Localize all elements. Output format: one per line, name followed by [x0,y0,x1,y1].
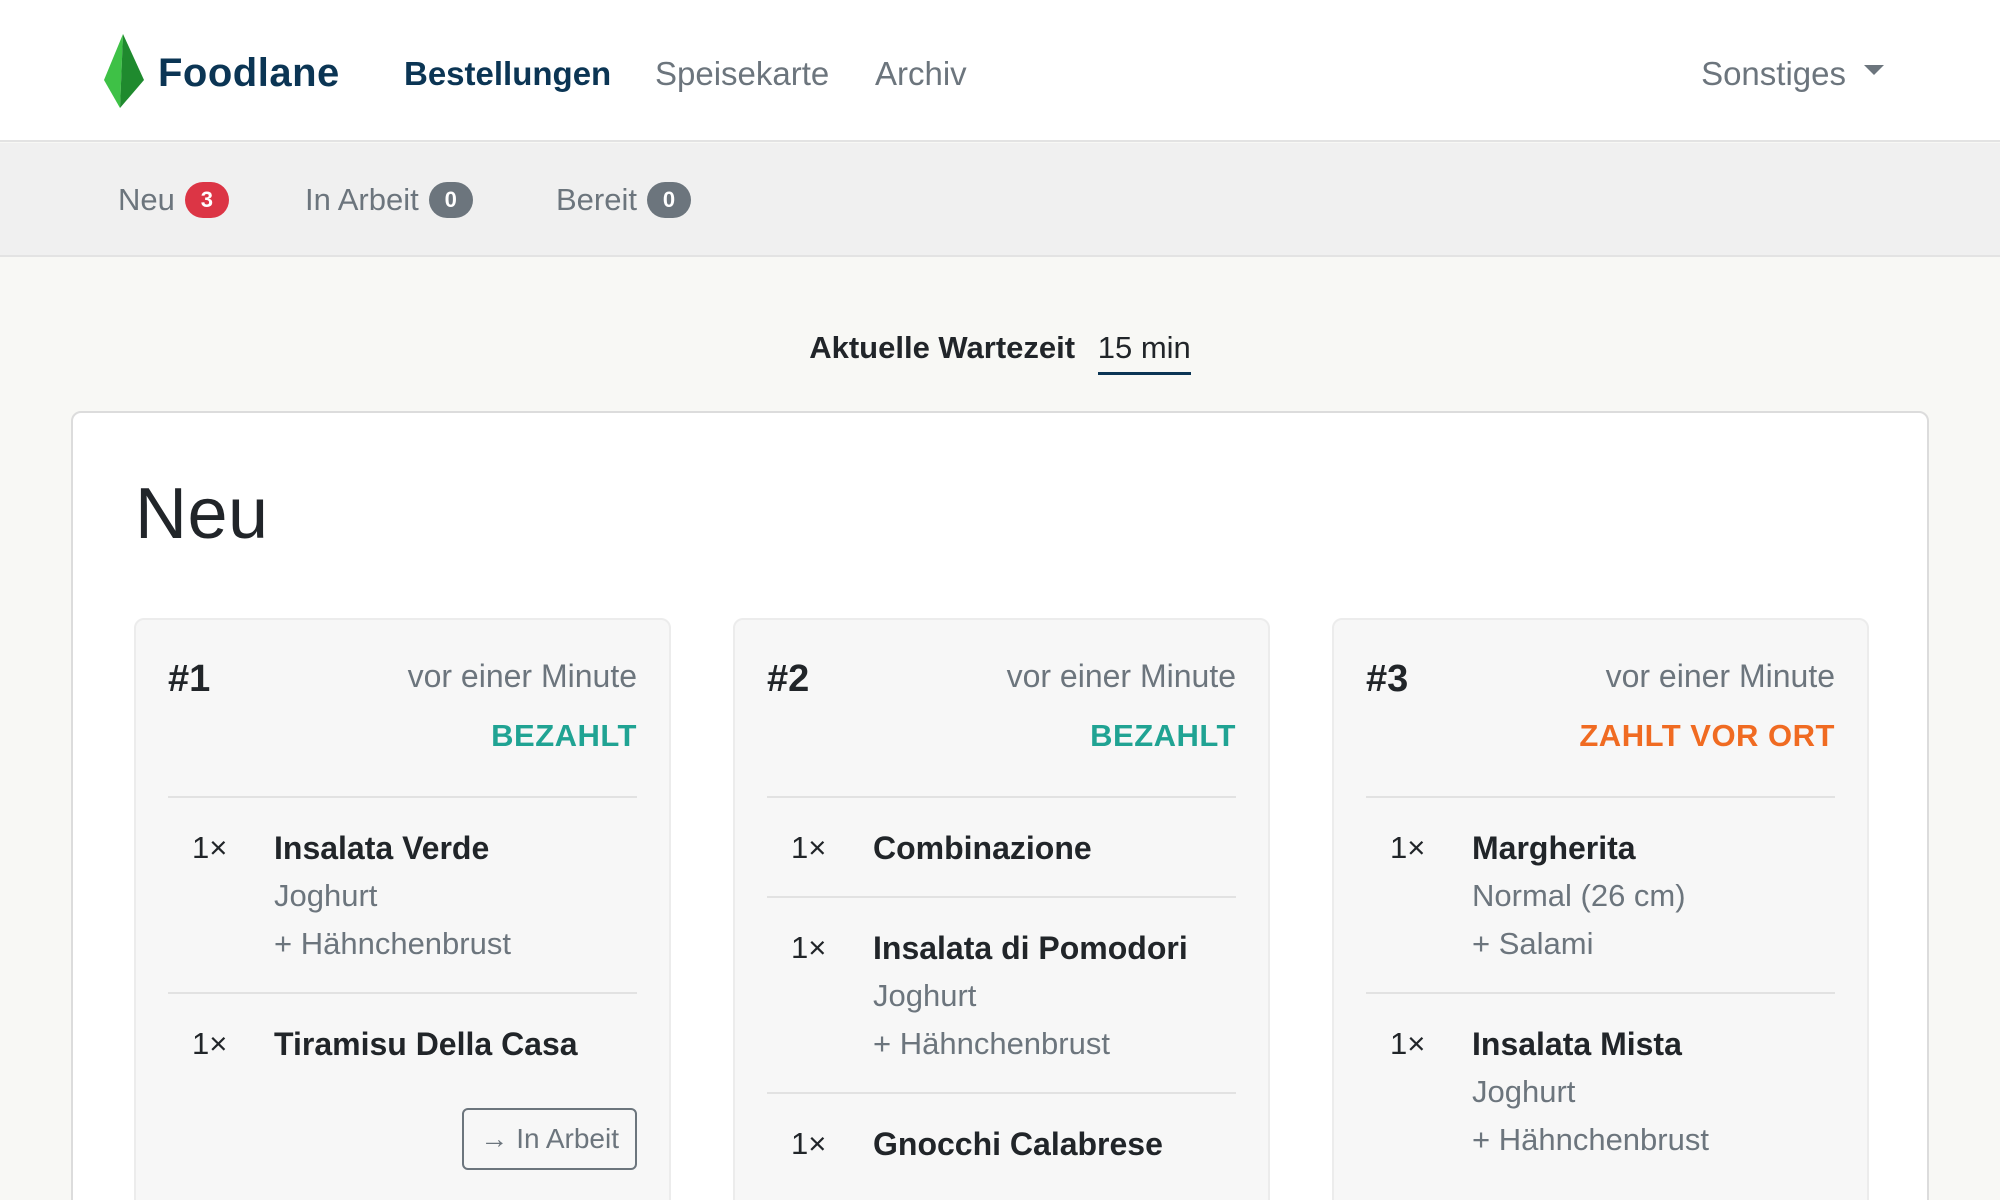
item-name: Insalata Mista [1472,1026,1682,1062]
move-to-in-arbeit-button[interactable]: → In Arbeit [462,1108,637,1170]
order-item: 1× Margherita Normal (26 cm) + Salami [1366,796,1835,992]
caret-down-icon [1864,65,1884,75]
wait-time-label: Aktuelle Wartezeit [809,330,1076,365]
item-quantity: 1× [1390,1026,1426,1061]
order-item: 1× Combinazione [767,796,1236,896]
subnav-item-bereit[interactable]: Bereit 0 [556,181,691,219]
panel-title: Neu [135,474,269,554]
item-quantity: 1× [791,830,827,865]
nav-more-dropdown[interactable]: Sonstiges [1701,54,1884,94]
subnav-item-label: Bereit [556,182,637,217]
order-number: #2 [767,658,810,700]
order-item: 1× Gnocchi Calabrese [767,1092,1236,1192]
item-option: + Hähnchenbrust [873,1026,1110,1061]
arrow-right-icon: → [480,1123,509,1154]
item-quantity: 1× [1390,830,1426,865]
item-option: Joghurt [1472,1074,1576,1109]
order-number: #1 [168,658,211,700]
order-time: vor einer Minute [1605,658,1835,694]
leaf-icon [100,34,146,113]
wait-time-value[interactable]: 15 min [1097,328,1191,375]
payment-status: BEZAHLT [491,718,637,753]
order-items: 1× Margherita Normal (26 cm) + Salami 1×… [1366,796,1835,1188]
status-subnav: Neu 3 In Arbeit 0 Bereit 0 [0,143,2000,257]
wait-time: Aktuelle Wartezeit 15 min [0,328,2000,375]
move-button-label: In Arbeit [516,1123,619,1154]
order-item: 1× Tiramisu Della Casa [168,992,637,1092]
order-card: #2 vor einer Minute BEZAHLT 1× Combinazi… [733,618,1270,1200]
brand-name: Foodlane [158,51,340,95]
item-name: Insalata Verde [274,830,490,866]
item-option: Normal (26 cm) [1472,878,1686,913]
item-quantity: 1× [192,830,228,865]
order-card: #3 vor einer Minute ZAHLT VOR ORT 1× Mar… [1332,618,1869,1200]
nav-item-bestellungen[interactable]: Bestellungen [404,54,611,94]
order-card: #1 vor einer Minute BEZAHLT 1× Insalata … [134,618,671,1200]
item-option: + Hähnchenbrust [274,926,511,961]
order-time: vor einer Minute [407,658,637,694]
order-item: 1× Insalata di Pomodori Joghurt + Hähnch… [767,896,1236,1092]
orders-panel: Neu #1 vor einer Minute BEZAHLT 1× Insal… [71,411,1929,1200]
subnav-item-in-arbeit[interactable]: In Arbeit 0 [305,181,473,219]
subnav-item-label: Neu [118,182,175,217]
count-badge: 3 [184,182,229,218]
brand[interactable]: Foodlane [100,34,340,113]
item-name: Insalata di Pomodori [873,930,1188,966]
subnav-item-label: In Arbeit [305,182,419,217]
item-option: Joghurt [873,978,977,1013]
count-badge: 0 [428,182,473,218]
item-option: + Hähnchenbrust [1472,1122,1709,1157]
order-item: 1× Insalata Verde Joghurt + Hähnchenbrus… [168,796,637,992]
order-items: 1× Combinazione 1× Insalata di Pomodori … [767,796,1236,1192]
order-items: 1× Insalata Verde Joghurt + Hähnchenbrus… [168,796,637,1092]
subnav-item-neu[interactable]: Neu 3 [118,181,229,219]
payment-status: ZAHLT VOR ORT [1579,718,1835,753]
item-name: Margherita [1472,830,1636,866]
top-navbar: Foodlane Bestellungen Speisekarte Archiv… [0,0,2000,142]
payment-status: BEZAHLT [1090,718,1236,753]
item-quantity: 1× [192,1026,228,1061]
order-time: vor einer Minute [1006,658,1236,694]
nav-item-speisekarte[interactable]: Speisekarte [655,54,829,94]
item-name: Gnocchi Calabrese [873,1126,1163,1162]
nav-item-archiv[interactable]: Archiv [875,54,967,94]
item-option: + Salami [1472,926,1594,961]
item-quantity: 1× [791,1126,827,1161]
item-name: Combinazione [873,830,1092,866]
item-quantity: 1× [791,930,827,965]
item-option: Joghurt [274,878,378,913]
item-name: Tiramisu Della Casa [274,1026,578,1062]
order-number: #3 [1366,658,1409,700]
count-badge: 0 [646,182,691,218]
order-item: 1× Insalata Mista Joghurt + Hähnchenbrus… [1366,992,1835,1188]
nav-more-label: Sonstiges [1701,55,1846,92]
